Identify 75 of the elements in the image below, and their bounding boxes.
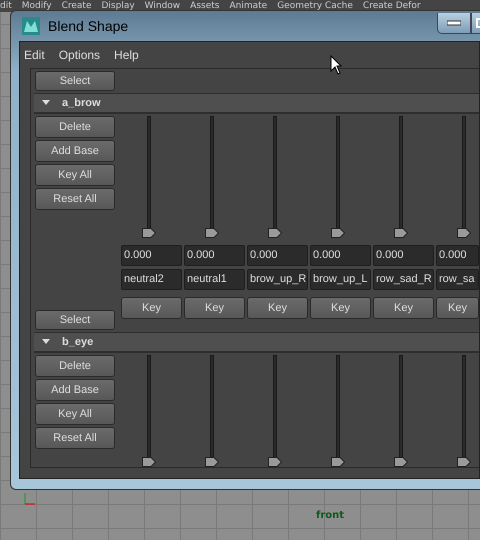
window-title: Blend Shape [48,18,128,34]
target-name-field[interactable]: neutral2 [121,269,182,290]
target-name-field[interactable]: row_sad_R [373,269,434,290]
minimize-button[interactable] [437,13,471,34]
value-field[interactable]: 0.000 [373,245,434,266]
cursor-icon [330,55,342,75]
menu-item[interactable]: Options [58,48,100,62]
slider-thumb[interactable] [268,228,282,238]
value-field[interactable]: 0.000 [184,245,245,266]
slider-thumb[interactable] [394,457,408,467]
slider-thumb[interactable] [205,228,219,238]
app-menu-item[interactable]: Display [101,0,135,12]
app-menu-item[interactable]: Create [62,0,92,12]
key-button[interactable]: Key [184,297,245,319]
key-button[interactable]: Key [373,297,434,319]
app-menu-item[interactable]: Modify [22,0,52,12]
slider[interactable] [331,116,345,238]
app-logo-icon [22,17,40,35]
slider[interactable] [394,355,408,467]
slider-thumb[interactable] [331,457,345,467]
action-button[interactable]: Add Base [35,379,115,401]
slider-thumb[interactable] [394,228,408,238]
target-name-field[interactable]: brow_up_R [247,269,308,290]
app-menu-item[interactable]: dit [0,0,12,12]
app-menu-item[interactable]: Window [144,0,180,12]
slider[interactable] [142,116,156,238]
action-button[interactable]: Reset All [35,188,115,210]
axis-icon [22,492,36,506]
slider[interactable] [205,116,219,238]
slider-thumb[interactable] [457,228,471,238]
slider[interactable] [268,116,282,238]
slider[interactable] [331,355,345,467]
action-button[interactable]: Delete [35,355,115,377]
group-name: b_eye [62,336,94,348]
value-field[interactable]: 0.000 [121,245,182,266]
app-menu-item[interactable]: Assets [190,0,220,12]
action-button[interactable]: Key All [35,164,115,186]
key-button[interactable]: Key [436,297,479,319]
slider[interactable] [457,355,471,467]
target-name-field[interactable]: row_sa [436,269,479,290]
target-name-field[interactable]: neutral1 [184,269,245,290]
menu-item[interactable]: Help [114,48,139,62]
viewport-label: front [316,510,344,521]
action-button[interactable]: Key All [35,403,115,425]
action-button[interactable]: Delete [35,116,115,138]
action-button[interactable]: Reset All [35,427,115,449]
slider[interactable] [205,355,219,467]
slider[interactable] [142,355,156,467]
select-button[interactable]: Select [35,71,115,91]
slider-thumb[interactable] [331,228,345,238]
value-field[interactable]: 0.000 [436,245,479,266]
slider-thumb[interactable] [268,457,282,467]
app-menu-item[interactable]: Create Defor [362,0,421,12]
target-name-field[interactable]: brow_up_L [310,269,371,290]
minimize-icon [447,20,461,26]
slider-thumb[interactable] [205,457,219,467]
key-button[interactable]: Key [310,297,371,319]
slider-thumb[interactable] [142,457,156,467]
select-button[interactable]: Select [35,310,115,330]
slider[interactable] [268,355,282,467]
value-field[interactable]: 0.000 [310,245,371,266]
key-button[interactable]: Key [121,297,182,319]
menu-item[interactable]: Edit [24,48,45,62]
slider-thumb[interactable] [457,457,471,467]
group-name: a_brow [62,97,101,109]
slider[interactable] [457,116,471,238]
key-button[interactable]: Key [247,297,308,319]
group-header[interactable]: a_brow [34,93,479,114]
value-field[interactable]: 0.000 [247,245,308,266]
app-menu-item[interactable]: Animate [229,0,268,12]
slider[interactable] [394,116,408,238]
app-menu-item[interactable]: Geometry Cache [277,0,353,12]
action-button[interactable]: Add Base [35,140,115,162]
group-header[interactable]: b_eye [34,332,479,353]
slider-thumb[interactable] [142,228,156,238]
